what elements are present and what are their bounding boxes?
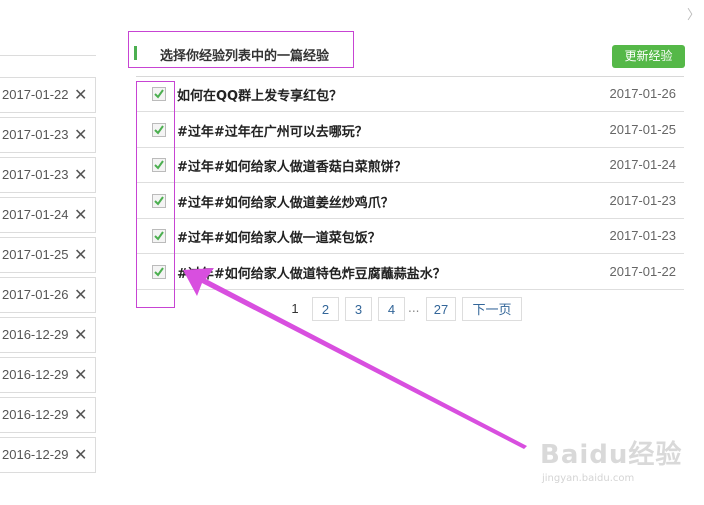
article-title[interactable]: #过年#如何给家人做道特色炸豆腐蘸蒜盐水？	[177, 263, 446, 282]
list-item-date: 2017-01-24	[2, 207, 69, 222]
close-icon[interactable]: ✕	[74, 365, 87, 384]
close-icon[interactable]: ✕	[74, 405, 87, 424]
watermark-url: jingyan.baidu.com	[542, 473, 635, 484]
close-icon[interactable]: ✕	[74, 445, 87, 464]
close-icon[interactable]: ✕	[74, 245, 87, 264]
list-item[interactable]: 2017-01-24 ✕	[0, 197, 96, 233]
dialog-title: 选择你经验列表中的一篇经验	[160, 49, 330, 64]
list-item[interactable]: 2017-01-23 ✕	[0, 157, 96, 193]
list-item-date: 2016-12-29	[2, 327, 69, 342]
update-experience-button[interactable]: 更新经验	[612, 45, 685, 68]
list-item[interactable]: 2016-12-29 ✕	[0, 397, 96, 433]
page-current: 1	[291, 301, 299, 316]
list-item-date: 2016-12-29	[2, 367, 69, 382]
baidu-watermark: Baidu经验 jingyan.baidu.com	[540, 434, 682, 484]
select-experience-dialog: 〉 选择你经验列表中的一篇经验 更新经验 如何在QQ群上发专享红包？ 2017-0…	[118, 0, 704, 505]
list-item-date: 2017-01-23	[2, 127, 69, 142]
article-title[interactable]: 如何在QQ群上发专享红包？	[177, 85, 342, 104]
divider	[0, 55, 96, 56]
list-item[interactable]: 2016-12-29 ✕	[0, 317, 96, 353]
article-date: 2017-01-26	[609, 86, 677, 101]
close-icon[interactable]: ✕	[74, 125, 87, 144]
close-icon[interactable]: ✕	[74, 85, 87, 104]
checkbox-highlight-box	[136, 81, 175, 308]
page-link[interactable]: 3	[345, 297, 372, 321]
table-row[interactable]: #过年#如何给家人做道特色炸豆腐蘸蒜盐水？ 2017-01-22	[136, 255, 684, 290]
article-date: 2017-01-23	[609, 192, 677, 208]
article-title[interactable]: #过年#如何给家人做道香菇白菜煎饼？	[177, 156, 407, 175]
page-link[interactable]: 4	[378, 297, 405, 321]
table-row[interactable]: #过年#如何给家人做道姜丝炒鸡爪？ 2017-01-23	[136, 184, 684, 219]
list-item-date: 2017-01-22	[2, 87, 69, 102]
table-row[interactable]: 如何在QQ群上发专享红包？ 2017-01-26	[136, 77, 684, 112]
article-date: 2017-01-23	[609, 228, 677, 243]
list-item[interactable]: 2016-12-29 ✕	[0, 357, 96, 393]
close-icon[interactable]: ✕	[74, 325, 87, 344]
list-item[interactable]: 2017-01-23 ✕	[0, 117, 96, 153]
article-title[interactable]: #过年#如何给家人做道姜丝炒鸡爪？	[177, 192, 394, 211]
list-item-date: 2017-01-26	[2, 287, 69, 302]
table-row[interactable]: #过年#如何给家人做道香菇白菜煎饼？ 2017-01-24	[136, 148, 684, 183]
list-item-date: 2017-01-23	[2, 167, 69, 182]
article-date: 2017-01-24	[609, 157, 677, 172]
list-item[interactable]: 2017-01-26 ✕	[0, 277, 96, 313]
list-item-date: 2017-01-25	[2, 247, 69, 262]
list-item[interactable]: 2017-01-22 ✕	[0, 77, 96, 113]
experience-sidebar: 2017-01-22 ✕ 2017-01-23 ✕ 2017-01-23 ✕ 2017-01…	[0, 0, 119, 505]
watermark-logo: Baidu经验	[540, 440, 683, 470]
table-row[interactable]: #过年#过年在广州可以去哪玩？ 2017-01-25	[136, 113, 684, 148]
close-icon[interactable]: ✕	[74, 165, 87, 184]
table-row[interactable]: #过年#如何给家人做一道菜包饭？ 2017-01-23	[136, 219, 684, 254]
title-accent-bar	[134, 46, 137, 60]
list-item[interactable]: 2017-01-25 ✕	[0, 237, 96, 273]
article-date: 2017-01-22	[609, 263, 677, 279]
article-title[interactable]: #过年#如何给家人做一道菜包饭？	[177, 227, 381, 246]
close-icon[interactable]: 〉	[687, 4, 700, 23]
next-page-button[interactable]: 下一页	[462, 297, 522, 321]
list-item-date: 2016-12-29	[2, 447, 69, 462]
close-icon[interactable]: ✕	[74, 205, 87, 224]
article-title[interactable]: #过年#过年在广州可以去哪玩？	[177, 121, 368, 140]
list-item-date: 2016-12-29	[2, 407, 69, 422]
page-link[interactable]: 2	[312, 297, 339, 321]
article-date: 2017-01-25	[609, 121, 677, 137]
list-item[interactable]: 2016-12-29 ✕	[0, 437, 96, 473]
close-icon[interactable]: ✕	[74, 285, 87, 304]
page-ellipsis: ...	[408, 301, 420, 315]
page-link-last[interactable]: 27	[426, 297, 456, 321]
